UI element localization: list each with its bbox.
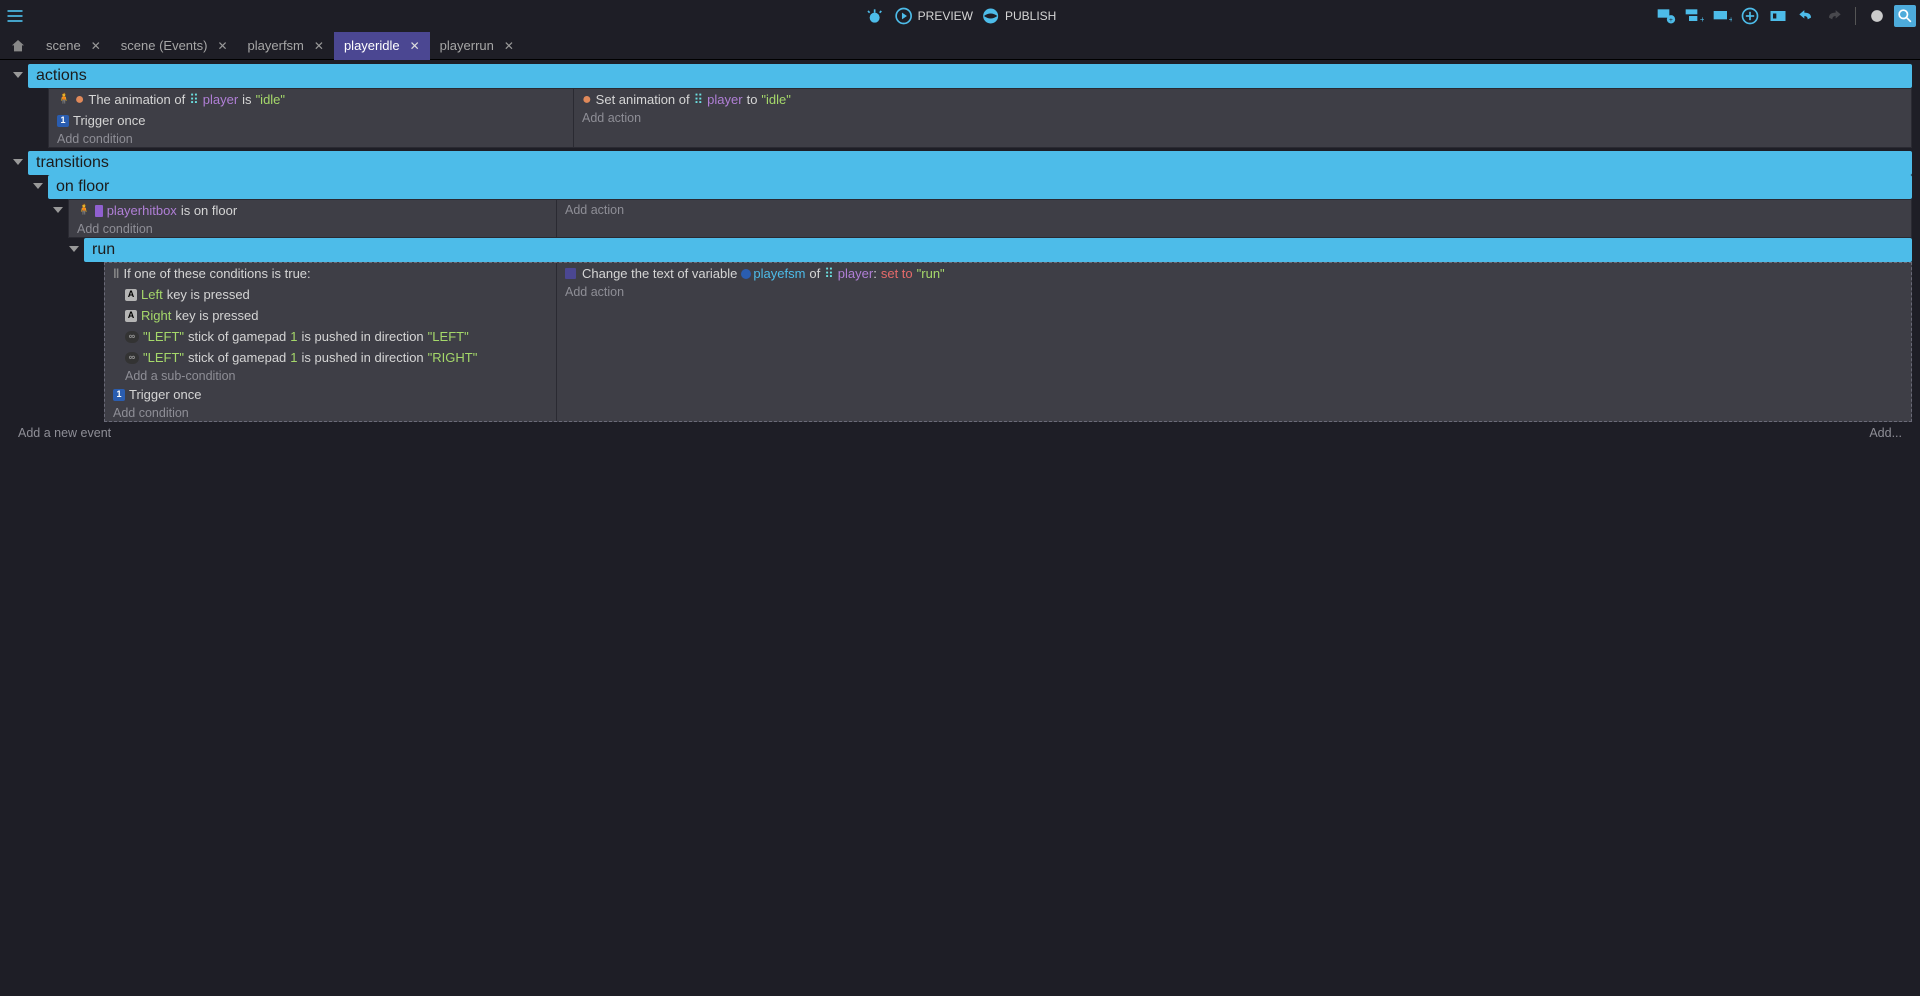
or-condition-header[interactable]: ‖ If one of these conditions is true: [105,263,556,284]
tab-playerrun[interactable]: playerrun ✕ [430,32,524,60]
top-toolbar: PREVIEW PUBLISH + + + [0,0,1920,32]
tab-label: playeridle [344,38,400,53]
add-event-icon[interactable]: + [1655,5,1677,27]
condition-line[interactable]: 1 Trigger once [105,384,556,405]
publish-button[interactable]: PUBLISH [981,6,1056,26]
close-icon[interactable]: ✕ [91,39,101,53]
close-icon[interactable]: ✕ [410,39,420,53]
tab-scene[interactable]: scene ✕ [36,32,111,60]
footer-row: Add a new event Add... [8,422,1912,444]
toggle-event-icon[interactable] [1767,5,1789,27]
svg-text:+: + [1729,14,1732,24]
event-block[interactable]: 🧍● The animation of ⠿ player is "idle" 1… [48,88,1912,148]
gamepad-icon: ∞ [125,352,139,364]
tab-label: playerfsm [248,38,304,53]
add-new-event-link[interactable]: Add a new event [18,426,111,440]
add-action-link[interactable]: Add action [574,110,1911,126]
condition-line[interactable]: A Right key is pressed [105,305,556,326]
preview-label: PREVIEW [918,9,973,23]
group-actions[interactable]: actions [28,64,1912,88]
add-condition-link[interactable]: Add condition [49,131,573,147]
redo-icon[interactable] [1823,5,1845,27]
collapse-caret[interactable] [8,151,28,167]
tab-label: scene (Events) [121,38,208,53]
preview-button[interactable]: PREVIEW [894,6,973,26]
orange-dot-icon: ● [75,95,85,105]
condition-line[interactable]: A Left key is pressed [105,284,556,305]
sprite-mini-icon: ⠿ [694,91,704,108]
group-run[interactable]: run [84,238,1912,262]
close-icon[interactable]: ✕ [217,39,227,53]
add-condition-link[interactable]: Add condition [105,405,556,421]
event-block[interactable]: ‖ If one of these conditions is true: A … [104,262,1912,422]
sprite-mini-icon: ⠿ [189,91,199,108]
tab-playeridle[interactable]: playeridle ✕ [334,32,430,60]
add-subevent-icon[interactable]: + [1683,5,1705,27]
keyboard-icon: A [125,310,137,322]
tab-label: scene [46,38,81,53]
variable-icon [565,268,576,279]
sprite-icon: 🧍 [57,91,71,108]
close-icon[interactable]: ✕ [504,39,514,53]
add-action-link[interactable]: Add action [557,200,1911,218]
collapse-caret[interactable] [8,64,28,80]
add-comment-icon[interactable]: + [1711,5,1733,27]
publish-label: PUBLISH [1005,9,1056,23]
condition-line[interactable]: ∞ "LEFT" stick of gamepad 1 is pushed in… [105,326,556,347]
action-line[interactable]: Change the text of variable playefsm of … [557,263,1911,284]
undo-icon[interactable] [1795,5,1817,27]
group-on-floor[interactable]: on floor [48,175,1912,199]
tab-scene-events[interactable]: scene (Events) ✕ [111,32,238,60]
action-line[interactable]: ● Set animation of ⠿ player to "idle" [574,89,1911,110]
collapse-caret[interactable] [64,238,84,254]
condition-line[interactable]: 🧍● The animation of ⠿ player is "idle" [49,89,573,110]
collapse-caret[interactable] [28,175,48,191]
group-transitions[interactable]: transitions [28,151,1912,175]
home-tab[interactable] [8,36,28,56]
tab-bar: scene ✕ scene (Events) ✕ playerfsm ✕ player… [0,32,1920,60]
condition-line[interactable]: ∞ "LEFT" stick of gamepad 1 is pushed in… [105,347,556,368]
menu-button[interactable] [4,5,26,27]
tab-playerfsm[interactable]: playerfsm ✕ [238,32,334,60]
svg-text:+: + [1700,14,1704,24]
sprite-mini-icon: ⠿ [824,265,834,282]
debug-icon[interactable] [864,5,886,27]
svg-text:+: + [1669,17,1673,24]
hitbox-icon [95,205,103,217]
add-circle-icon[interactable] [1739,5,1761,27]
sprite-icon: 🧍 [77,202,91,219]
add-subcondition-link[interactable]: Add a sub-condition [105,368,556,384]
right-toolbar: + + + [1655,5,1916,27]
add-action-link[interactable]: Add action [557,284,1911,300]
circle-icon[interactable] [1866,5,1888,27]
center-actions: PREVIEW PUBLISH [864,5,1057,27]
condition-line[interactable]: 🧍 playerhitbox is on floor [69,200,556,221]
event-block[interactable]: 🧍 playerhitbox is on floor Add condition… [68,199,1912,238]
or-icon: ‖ [113,265,119,282]
var-badge-icon [741,269,751,279]
tab-label: playerrun [440,38,494,53]
trigger-once-icon: 1 [57,115,69,127]
event-sheet: actions 🧍● The animation of ⠿ player is … [0,60,1920,452]
close-icon[interactable]: ✕ [314,39,324,53]
trigger-once-icon: 1 [113,389,125,401]
divider [1855,7,1856,25]
condition-line[interactable]: 1 Trigger once [49,110,573,131]
add-condition-link[interactable]: Add condition [69,221,556,237]
add-more-link[interactable]: Add... [1869,426,1902,440]
collapse-caret[interactable] [48,199,68,215]
gamepad-icon: ∞ [125,331,139,343]
keyboard-icon: A [125,289,137,301]
orange-dot-icon: ● [582,95,592,105]
search-icon[interactable] [1894,5,1916,27]
